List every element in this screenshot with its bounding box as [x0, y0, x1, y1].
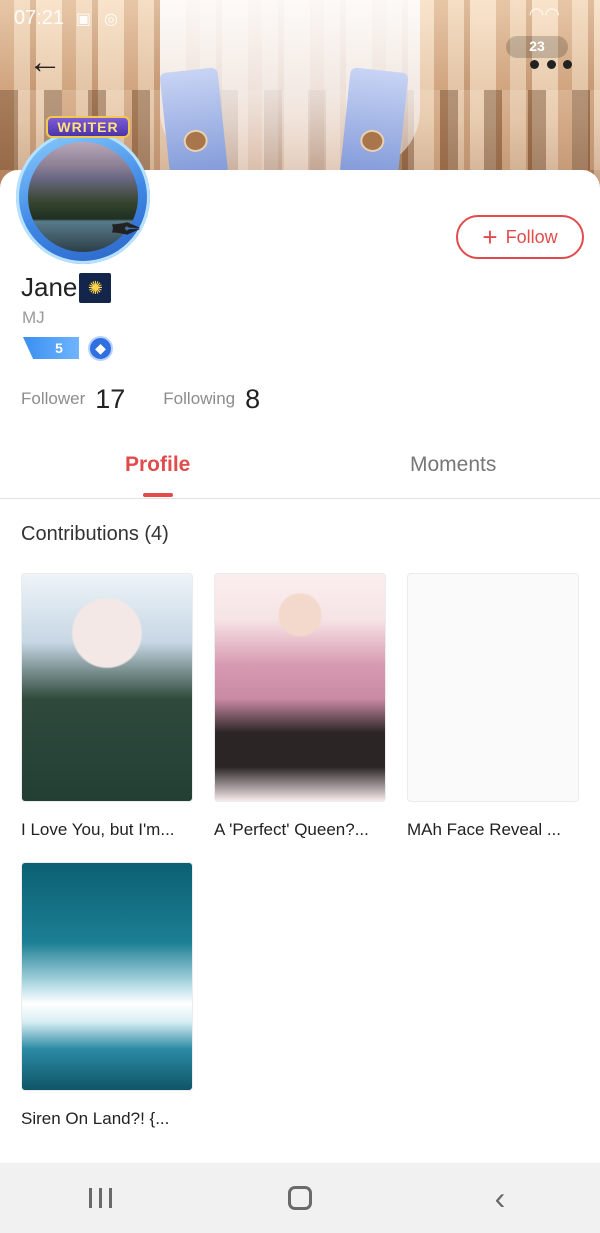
pen-nib-icon: ✒ — [109, 208, 143, 252]
profile-name-text: Jane — [21, 272, 78, 302]
contributions-heading: Contributions (4) — [21, 523, 169, 545]
back-arrow-icon[interactable]: ← — [28, 44, 68, 84]
banner-stocking-left — [159, 67, 229, 183]
dot-icon — [530, 59, 539, 69]
more-options-button[interactable] — [530, 56, 572, 72]
active-tab-indicator — [143, 493, 173, 497]
bear-emblem-icon — [182, 128, 209, 154]
story-card[interactable]: I Love You, but I'm... — [21, 573, 193, 840]
status-time: 07:21 — [14, 7, 65, 29]
follower-count[interactable]: 17 — [95, 384, 125, 415]
story-card[interactable]: Siren On Land?! {... — [21, 862, 193, 1129]
follow-button[interactable]: + Follow — [456, 215, 584, 259]
bear-emblem-icon — [359, 128, 386, 154]
notification-count-badge: 23 — [506, 36, 568, 58]
avatar[interactable]: WRITER ✒ — [6, 116, 162, 266]
following-label[interactable]: Following — [163, 389, 235, 409]
story-title[interactable]: MAh Face Reveal ... — [407, 820, 579, 840]
story-title[interactable]: A 'Perfect' Queen?... — [214, 820, 386, 840]
profile-handle: MJ — [22, 308, 45, 327]
story-title[interactable]: I Love You, but I'm... — [21, 820, 193, 840]
system-back-button[interactable]: ‹ — [470, 1178, 530, 1218]
verified-writer-icon[interactable]: ◆ — [88, 336, 113, 361]
story-cover-image[interactable] — [407, 573, 579, 802]
sync-icon: ◎ — [104, 11, 118, 28]
firework-icon: ✺ — [79, 272, 112, 303]
writer-badge: WRITER — [46, 116, 130, 138]
image-icon: ▣ — [76, 11, 92, 28]
home-icon — [288, 1186, 312, 1210]
profile-name: Jane ✺ — [21, 272, 112, 303]
story-cover-image[interactable] — [21, 862, 193, 1091]
dot-icon — [563, 59, 572, 69]
wifi-icon: ◠◠ — [528, 4, 560, 24]
story-card[interactable]: A 'Perfect' Queen?... — [214, 573, 386, 840]
home-button[interactable] — [270, 1178, 330, 1218]
dot-icon — [546, 59, 556, 69]
story-title[interactable]: Siren On Land?! {... — [21, 1109, 193, 1129]
chevron-left-icon: ‹ — [494, 1180, 506, 1216]
tab-moments[interactable]: Moments — [410, 453, 496, 477]
follow-button-label: Follow — [505, 226, 558, 247]
system-navigation-bar: ‹ — [0, 1163, 600, 1233]
story-cover-image[interactable] — [21, 573, 193, 802]
profile-tabs: Profile Moments — [0, 440, 600, 499]
profile-stats: Follower 17 Following 8 — [21, 382, 260, 416]
tab-profile[interactable]: Profile — [125, 453, 190, 477]
recent-apps-button[interactable] — [70, 1178, 130, 1218]
story-card[interactable]: MAh Face Reveal ... — [407, 573, 579, 840]
following-count[interactable]: 8 — [245, 384, 260, 415]
plus-icon: + — [482, 222, 498, 252]
recent-apps-icon — [88, 1188, 112, 1208]
follower-label[interactable]: Follower — [21, 389, 85, 409]
banner-stocking-right — [339, 67, 409, 183]
status-bar: 07:21 ▣ ◎ ◠◠ — [0, 0, 600, 34]
story-cover-image[interactable] — [214, 573, 386, 802]
